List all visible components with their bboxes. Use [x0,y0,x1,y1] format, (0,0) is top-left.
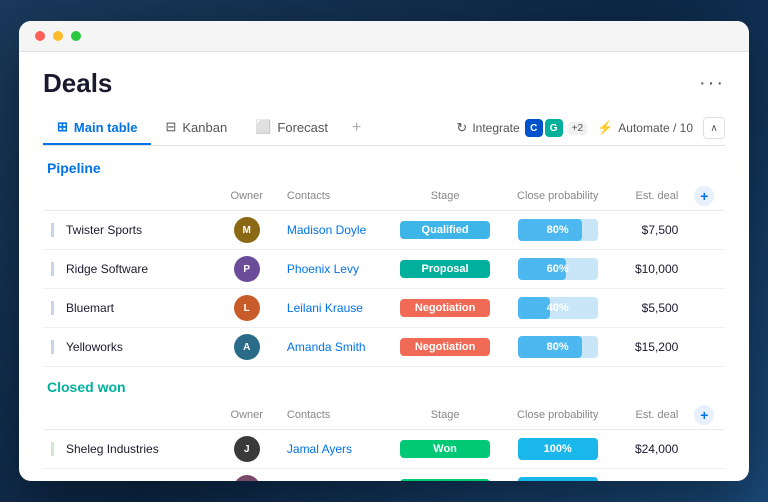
tabs-bar: ⊞ Main table ⊟ Kanban ⬜ Forecast + ↻ Int… [43,111,725,146]
contact-link[interactable]: Phoenix Levy [287,262,359,276]
table-icon: ⊞ [57,119,68,135]
cw-col-header-stage: Stage [386,401,504,430]
kanban-icon: ⊟ [165,119,176,135]
pipeline-table-body: Twister Sports M Madison Doyle Qualified 80%… [43,211,725,367]
est-deal-value: $24,000 [611,430,686,469]
tabs-right-actions: ↻ Integrate C G +2 ⚡ Automate / 10 ∧ [456,117,725,139]
avatar: E [234,475,260,481]
integrate-label: Integrate [472,121,519,135]
add-tab-button[interactable]: + [342,111,371,145]
integration-icon-1: C [525,119,543,137]
contact-link[interactable]: Amanda Smith [287,340,366,354]
col-header-stage: Stage [386,182,504,211]
title-bar [19,21,749,52]
automate-label: Automate / 10 [618,121,693,135]
deal-name: Ridge Software [51,262,207,276]
prob-text: 80% [547,224,569,236]
contact-link[interactable]: Leilani Krause [287,301,363,315]
stage-badge: Won [400,440,490,458]
tab-main-table-label: Main table [74,120,138,135]
closed-won-table: Owner Contacts Stage Close probability E… [43,401,725,481]
stage-badge: Qualified [400,221,490,239]
integrate-icons: C G [525,119,563,137]
pipeline-add-column-button[interactable]: + [694,186,714,206]
pipeline-header-row: Owner Contacts Stage Close probability E… [43,182,725,211]
col-header-name [43,182,215,211]
contact-link[interactable]: Madison Doyle [287,223,366,237]
prob-text: 60% [547,263,569,275]
page-title: Deals [43,68,112,99]
stage-badge: Negotiation [400,338,490,356]
avatar: P [234,256,260,282]
lightning-icon: ⚡ [597,120,613,136]
refresh-icon: ↻ [456,120,467,136]
col-header-prob: Close probability [504,182,611,211]
col-header-contacts: Contacts [279,182,386,211]
stage-badge: Proposal [400,260,490,278]
minimize-dot[interactable] [53,31,63,41]
deal-name: Yelloworks [51,340,207,354]
cw-col-header-name [43,401,215,430]
stage-badge: Won [400,479,490,481]
prob-text: 80% [547,341,569,353]
cw-col-header-prob: Close probability [504,401,611,430]
closed-won-add-column-button[interactable]: + [694,405,714,425]
col-header-owner: Owner [215,182,279,211]
closed-won-section: Closed won Owner Contacts Stage Close pr… [43,379,725,481]
prob-text: 40% [547,302,569,314]
contact-link[interactable]: Jamal Ayers [287,442,352,456]
prob-bar-fill [518,477,598,481]
table-row: Twister Sports M Madison Doyle Qualified 80%… [43,211,725,250]
pipeline-section: Pipeline Owner Contacts Stage Close prob… [43,160,725,367]
cw-col-header-owner: Owner [215,401,279,430]
page-header: Deals ··· [43,68,725,99]
tab-kanban[interactable]: ⊟ Kanban [151,111,241,145]
integration-icon-2: G [545,119,563,137]
integrate-button[interactable]: ↻ Integrate C G +2 [456,119,587,137]
col-header-add: + [686,182,725,211]
tab-forecast[interactable]: ⬜ Forecast [241,111,342,145]
app-window: Deals ··· ⊞ Main table ⊟ Kanban ⬜ Foreca… [19,21,749,481]
closed-won-header-row: Owner Contacts Stage Close probability E… [43,401,725,430]
avatar: J [234,436,260,462]
collapse-button[interactable]: ∧ [703,117,725,139]
table-row: Ridge Software P Phoenix Levy Proposal 60% $1… [43,250,725,289]
tab-main-table[interactable]: ⊞ Main table [43,111,151,145]
table-row: Zift RecordsEElian WarrenWon100%$4,000 [43,469,725,482]
closed-won-table-body: Sheleg Industries J Jamal Ayers Won 100% $24,… [43,430,725,482]
table-row: Bluemart L Leilani Krause Negotiation 40% $5,… [43,289,725,328]
prob-text: 100% [544,443,572,455]
more-options-button[interactable]: ··· [699,72,725,95]
est-deal-value: $15,200 [611,328,686,367]
est-deal-value: $7,500 [611,211,686,250]
close-dot[interactable] [35,31,45,41]
avatar: L [234,295,260,321]
prob-bar-fill [518,297,550,319]
cw-col-header-est: Est. deal [611,401,686,430]
deal-name: Twister Sports [51,223,207,237]
pipeline-title: Pipeline [43,160,725,176]
cw-col-header-contacts: Contacts [279,401,386,430]
est-deal-value: $5,500 [611,289,686,328]
table-row: Yelloworks A Amanda Smith Negotiation 80% $15… [43,328,725,367]
deal-name: Bluemart [51,301,207,315]
est-deal-value: $4,000 [611,469,686,482]
maximize-dot[interactable] [71,31,81,41]
closed-won-title: Closed won [43,379,725,395]
integrate-plus: +2 [568,122,587,135]
avatar: M [234,217,260,243]
forecast-icon: ⬜ [255,119,271,135]
tab-kanban-label: Kanban [182,120,227,135]
stage-badge: Negotiation [400,299,490,317]
deal-name: Sheleg Industries [51,442,207,456]
cw-col-header-add: + [686,401,725,430]
est-deal-value: $10,000 [611,250,686,289]
col-header-est: Est. deal [611,182,686,211]
automate-button[interactable]: ⚡ Automate / 10 [597,120,693,136]
avatar: A [234,334,260,360]
table-row: Sheleg Industries J Jamal Ayers Won 100% $24,… [43,430,725,469]
tab-forecast-label: Forecast [277,120,328,135]
pipeline-table: Owner Contacts Stage Close probability E… [43,182,725,367]
main-content: Deals ··· ⊞ Main table ⊟ Kanban ⬜ Foreca… [19,52,749,481]
